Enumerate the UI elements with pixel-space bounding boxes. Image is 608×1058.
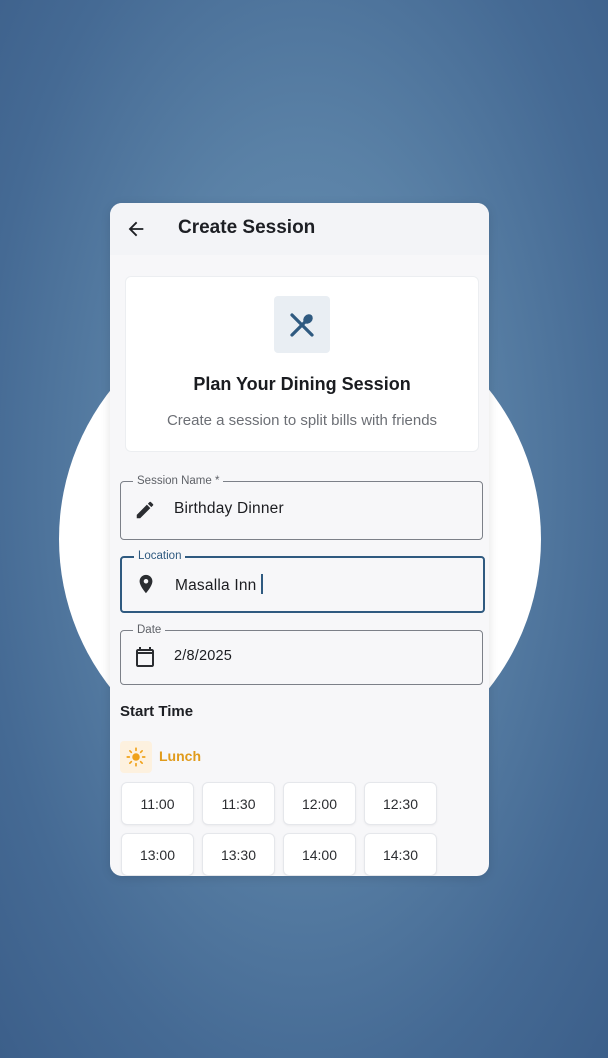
session-name-field[interactable]: Session Name * Birthday Dinner xyxy=(120,474,483,540)
hero-subtitle: Create a session to split bills with fri… xyxy=(166,412,438,429)
location-value: Masalla Inn xyxy=(175,577,257,594)
location-input[interactable]: Masalla Inn xyxy=(175,574,264,595)
page-title: Create Session xyxy=(178,217,316,238)
date-label: Date xyxy=(133,623,166,637)
app-screen: Create Session Plan Your Dining Session … xyxy=(110,203,489,876)
time-slot-1430[interactable]: 14:30 xyxy=(364,833,437,876)
date-value: 2/8/2025 xyxy=(174,648,233,664)
hero-title: Plan Your Dining Session xyxy=(193,374,411,394)
location-label: Location xyxy=(134,549,186,563)
session-name-value: Birthday Dinner xyxy=(174,500,284,517)
utensils-icon xyxy=(290,312,314,337)
time-slot-1230[interactable]: 12:30 xyxy=(364,782,437,825)
period-label: Lunch xyxy=(159,748,201,764)
calendar-icon xyxy=(133,645,157,669)
session-name-label: Session Name * xyxy=(133,474,224,488)
hero-card: Plan Your Dining Session Create a sessio… xyxy=(125,276,479,452)
app-bar: Create Session xyxy=(110,203,489,255)
map-pin-icon xyxy=(134,572,158,596)
time-slot-1100[interactable]: 11:00 xyxy=(121,782,194,825)
back-button[interactable] xyxy=(120,213,152,245)
pencil-icon xyxy=(133,498,157,522)
start-time-title: Start Time xyxy=(120,703,194,720)
time-slot-1130[interactable]: 11:30 xyxy=(202,782,275,825)
hero-icon-box xyxy=(274,296,330,353)
time-slot-1330[interactable]: 13:30 xyxy=(202,833,275,876)
time-slot-1300[interactable]: 13:00 xyxy=(121,833,194,876)
date-field[interactable]: Date 2/8/2025 xyxy=(120,623,483,685)
text-caret xyxy=(261,574,264,594)
location-field[interactable]: Location Masalla Inn xyxy=(120,549,485,613)
sun-icon xyxy=(120,741,152,773)
time-slot-1400[interactable]: 14:00 xyxy=(283,833,356,876)
time-slot-1200[interactable]: 12:00 xyxy=(283,782,356,825)
arrow-left-icon xyxy=(128,221,144,237)
